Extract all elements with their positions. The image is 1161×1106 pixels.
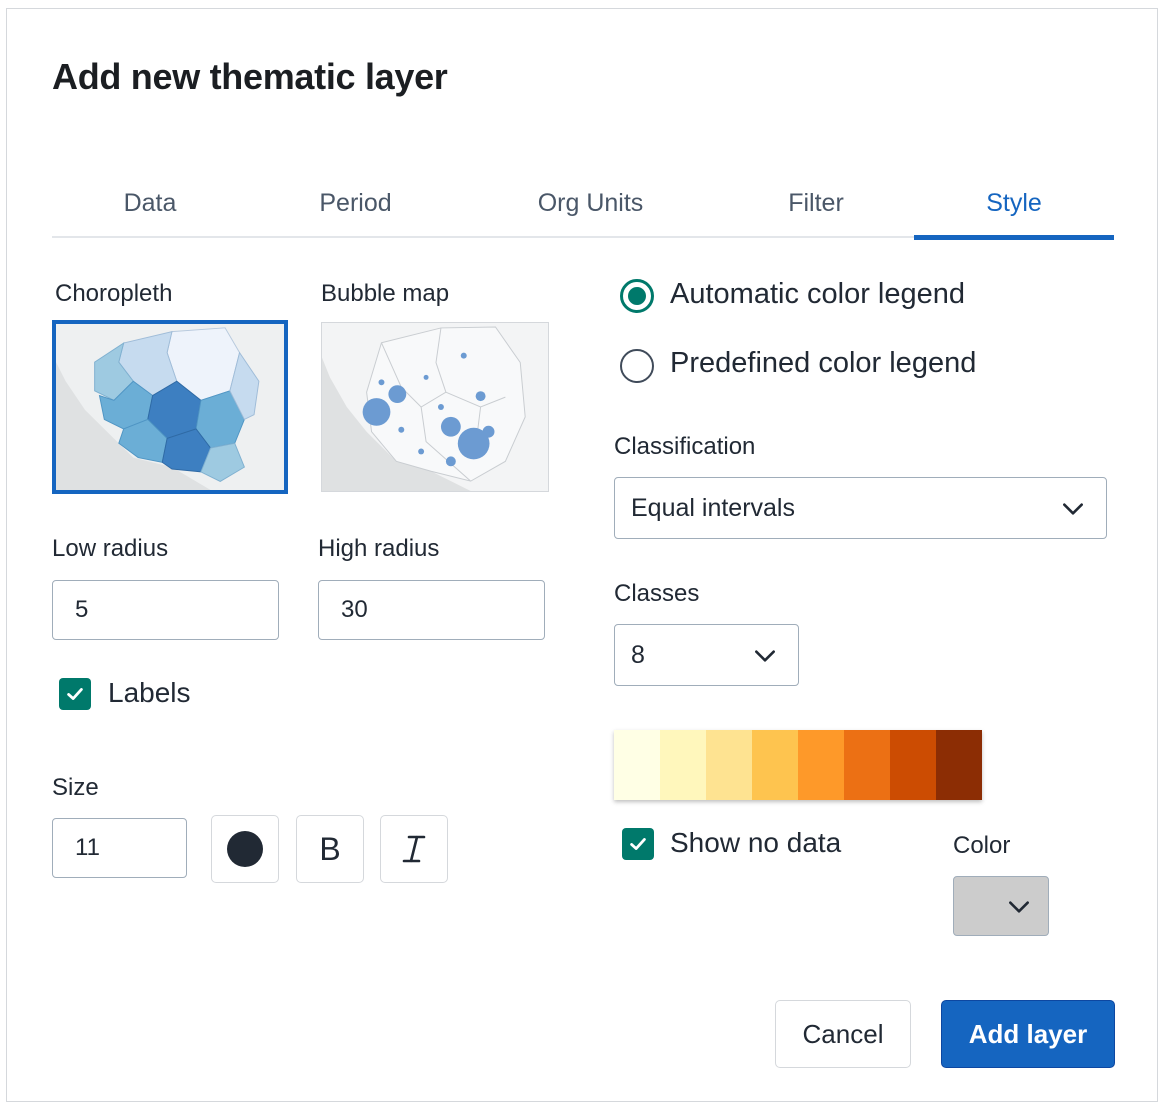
dialog-title: Add new thematic layer: [52, 56, 448, 97]
classes-select[interactable]: 8: [614, 624, 799, 686]
ramp-swatch: [752, 730, 798, 800]
labels-checkbox[interactable]: [59, 678, 91, 710]
choropleth-thumbnail[interactable]: [52, 320, 288, 494]
tab-filter[interactable]: Filter: [718, 170, 914, 236]
automatic-legend-label: Automatic color legend: [670, 278, 965, 310]
font-color-button[interactable]: [211, 815, 279, 883]
checkmark-icon: [67, 688, 83, 700]
tab-style[interactable]: Style: [914, 170, 1114, 240]
tab-bar: Data Period Org Units Filter Style: [52, 170, 1114, 240]
automatic-legend-radio[interactable]: [620, 279, 654, 313]
choropleth-label: Choropleth: [55, 280, 173, 307]
ramp-swatch: [936, 730, 982, 800]
chevron-down-icon: [755, 650, 775, 662]
low-radius-label: Low radius: [52, 535, 169, 562]
ramp-swatch: [614, 730, 660, 800]
high-radius-input[interactable]: 30: [318, 580, 545, 640]
ramp-swatch: [660, 730, 706, 800]
classes-label: Classes: [614, 580, 700, 607]
predefined-legend-radio[interactable]: [620, 349, 654, 383]
checkmark-icon: [630, 838, 646, 850]
font-size-input[interactable]: 11: [52, 818, 187, 878]
bubble-map-label: Bubble map: [321, 280, 450, 307]
filled-circle-icon: [227, 831, 263, 867]
bold-button[interactable]: B: [296, 815, 364, 883]
show-no-data-checkbox[interactable]: [622, 828, 654, 860]
show-no-data-label: Show no data: [670, 827, 842, 858]
tab-data[interactable]: Data: [52, 170, 248, 236]
predefined-legend-label: Predefined color legend: [670, 347, 977, 379]
choropleth-map-icon: [56, 324, 284, 490]
labels-checkbox-label: Labels: [108, 677, 191, 708]
add-layer-button[interactable]: Add layer: [941, 1000, 1115, 1068]
ramp-swatch: [798, 730, 844, 800]
cancel-button[interactable]: Cancel: [775, 1000, 911, 1068]
no-data-color-select[interactable]: [953, 876, 1049, 936]
bubble-map-thumbnail[interactable]: [321, 322, 549, 492]
bubble-map-icon: [322, 323, 548, 491]
low-radius-input[interactable]: 5: [52, 580, 279, 640]
classification-select[interactable]: Equal intervals: [614, 477, 1107, 539]
classification-label: Classification: [614, 433, 756, 460]
tab-period[interactable]: Period: [248, 170, 463, 236]
tab-org-units[interactable]: Org Units: [463, 170, 718, 236]
size-label: Size: [52, 774, 99, 801]
classification-value: Equal intervals: [631, 493, 795, 522]
chevron-down-icon: [1063, 503, 1083, 515]
no-data-color-label: Color: [953, 832, 1011, 859]
ramp-swatch: [890, 730, 936, 800]
chevron-down-icon: [1009, 901, 1029, 913]
ramp-swatch: [844, 730, 890, 800]
classes-value: 8: [631, 640, 645, 669]
ramp-swatch: [706, 730, 752, 800]
color-ramp[interactable]: [614, 730, 982, 800]
high-radius-label: High radius: [318, 535, 440, 562]
italic-button[interactable]: [380, 815, 448, 883]
italic-icon: [402, 835, 426, 863]
